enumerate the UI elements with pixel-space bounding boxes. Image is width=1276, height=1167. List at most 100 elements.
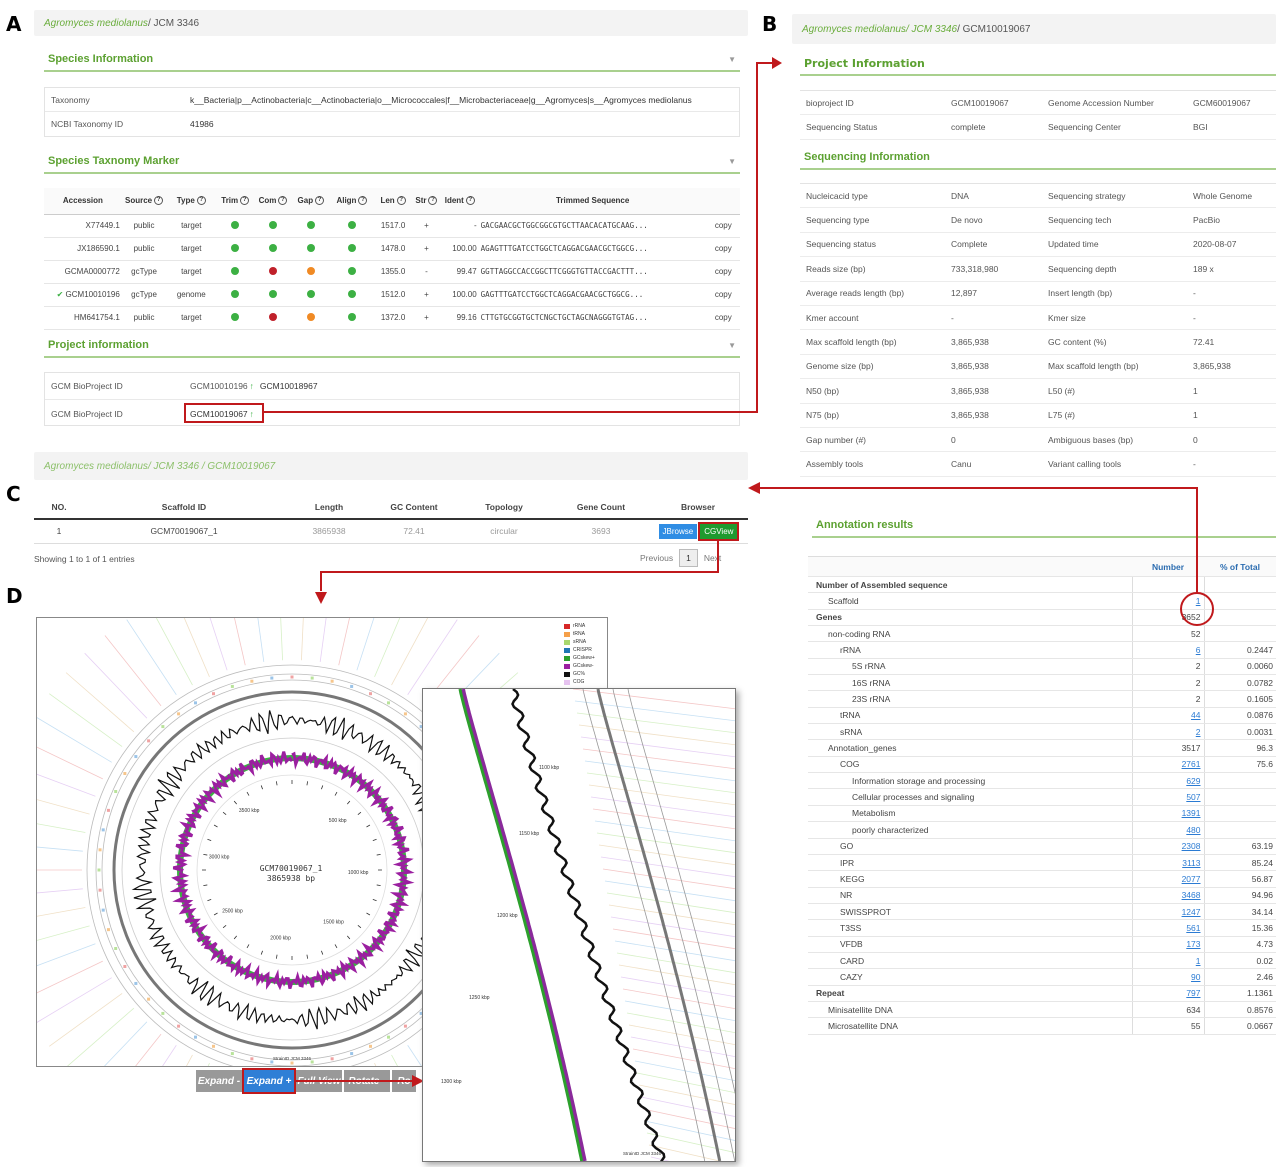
prev-button[interactable]: Previous: [640, 553, 673, 563]
anno-number-link[interactable]: 1: [1196, 956, 1201, 966]
marker-col-header[interactable]: Type?: [166, 188, 217, 215]
anno-number-link[interactable]: 3113: [1182, 858, 1200, 868]
feature-label-line: [626, 1012, 735, 1034]
help-icon[interactable]: ?: [154, 196, 164, 206]
copy-link[interactable]: copy: [715, 290, 732, 299]
bioproject-other[interactable]: GCM10018967: [260, 381, 318, 391]
marker-col-header[interactable]: Trimmed Sequence: [478, 188, 707, 215]
anno-number-link[interactable]: 561: [1186, 923, 1200, 933]
anno-number-link[interactable]: 6: [1196, 645, 1201, 655]
marker-col-header[interactable]: Ident?: [440, 188, 479, 215]
zoomed-genome-map[interactable]: 1100 kbp 1150 kbp 1200 kbp 1250 kbp 1300 kbp: [423, 689, 736, 1162]
zoomed-map[interactable]: 1100 kbp 1150 kbp 1200 kbp 1250 kbp 1300 kbp…: [422, 688, 736, 1162]
marker-col-header[interactable]: Com?: [254, 188, 292, 215]
anno-number-link[interactable]: 629: [1186, 776, 1200, 786]
col-topology[interactable]: Topology: [454, 495, 554, 520]
marker-col-header[interactable]: Len?: [374, 188, 412, 215]
info-label: Sequencing Status: [806, 122, 878, 133]
anno-number-link[interactable]: 2308: [1182, 841, 1201, 851]
marker-cell: 1512.0: [374, 283, 412, 307]
project-section-header[interactable]: Project information ▼: [44, 334, 740, 358]
anno-number-link[interactable]: 1391: [1182, 808, 1201, 818]
scale-tick: [246, 944, 250, 949]
anno-label: Repeat: [808, 985, 1132, 1002]
help-icon[interactable]: ?: [428, 196, 438, 206]
info-label: Variant calling tools: [1048, 458, 1122, 469]
breadcrumb-species[interactable]: Agromyces mediolanus: [44, 461, 148, 472]
anno-number-cell: 52: [1131, 625, 1204, 643]
help-icon[interactable]: ?: [396, 196, 406, 206]
track-ring: [582, 689, 706, 1161]
page-1-button[interactable]: 1: [679, 549, 698, 567]
anno-row: Repeat 797 1.1361: [808, 985, 1276, 1002]
collapse-icon[interactable]: ▼: [728, 157, 736, 166]
anno-number-link[interactable]: 1247: [1182, 907, 1201, 917]
feature-label-line: [37, 977, 112, 1023]
marker-section-header[interactable]: Species Taxnomy Marker ▼: [44, 150, 740, 174]
anno-number: 2: [1195, 661, 1201, 672]
expand-minus-button[interactable]: Expand -: [196, 1070, 242, 1092]
anno-number-link[interactable]: 44: [1191, 710, 1200, 720]
breadcrumb-path[interactable]: / JCM 3346 / GCM10019067: [148, 461, 275, 472]
help-icon[interactable]: ?: [278, 196, 288, 206]
marker-col-header[interactable]: Source?: [121, 188, 167, 215]
scale-tick: [275, 954, 278, 959]
copy-link[interactable]: copy: [715, 221, 732, 230]
feature-mark: [97, 868, 101, 872]
collapse-icon[interactable]: ▼: [728, 341, 736, 350]
copy-link[interactable]: copy: [715, 313, 732, 322]
help-icon[interactable]: ?: [196, 196, 206, 206]
col-length[interactable]: Length: [284, 495, 374, 520]
bioproject-link[interactable]: GCM10010196: [190, 381, 248, 391]
marker-col-header[interactable]: Gap?: [291, 188, 330, 215]
collapse-icon[interactable]: ▼: [728, 55, 736, 64]
marker-col-header[interactable]: Str?: [411, 188, 441, 215]
species-section-header[interactable]: Species Information ▼: [44, 48, 740, 72]
anno-number-link[interactable]: 480: [1186, 825, 1200, 835]
anno-number-link[interactable]: 2077: [1182, 874, 1201, 884]
anno-number-link[interactable]: 2761: [1182, 759, 1201, 769]
feature-label-line: [610, 916, 735, 938]
col-gene-count[interactable]: Gene Count: [554, 495, 648, 520]
marker-col-header[interactable]: Accession: [44, 188, 122, 215]
col-scaffold-id[interactable]: Scaffold ID: [84, 495, 284, 520]
anno-label: tRNA: [808, 707, 1132, 725]
type-cell: target: [181, 221, 202, 230]
anno-label: Minisatellite DNA: [808, 1001, 1132, 1019]
map-tick-label: 1000 kbp: [348, 870, 369, 876]
marker-col-header[interactable]: Trim?: [216, 188, 255, 215]
anno-number-link[interactable]: 90: [1191, 972, 1200, 982]
breadcrumb-species[interactable]: Agromyces mediolanus: [802, 24, 906, 35]
col-no[interactable]: NO.: [34, 495, 84, 520]
section-title: Project Information: [804, 56, 925, 70]
help-icon[interactable]: ?: [358, 196, 368, 206]
copy-link[interactable]: copy: [715, 244, 732, 253]
map-tick-label: 3000 kbp: [209, 855, 230, 861]
help-icon[interactable]: ?: [240, 196, 250, 206]
status-dot: [306, 312, 315, 321]
col-gc[interactable]: GC Content: [374, 495, 454, 520]
taxonomy-label: Taxonomy: [51, 94, 90, 105]
marker-row: HM641754.1 public target 1372.0 +99.16 CTTGTG…: [44, 306, 740, 330]
anno-number-link[interactable]: 173: [1186, 939, 1200, 949]
breadcrumb-strain[interactable]: / JCM 3346: [906, 24, 957, 35]
feature-mark: [114, 789, 118, 793]
help-icon[interactable]: ?: [315, 196, 325, 206]
expand-plus-button[interactable]: Expand +: [242, 1068, 296, 1094]
anno-row: SWISSPROT 1247 34.14: [808, 903, 1276, 921]
marker-col-header[interactable]: Align?: [329, 188, 375, 215]
jbrowse-button[interactable]: JBrowse: [658, 523, 698, 539]
feature-mark: [270, 676, 274, 680]
copy-link[interactable]: copy: [715, 267, 732, 276]
map-tick-label: 500 kbp: [329, 818, 347, 824]
feature-label-line: [37, 746, 103, 780]
feature-mark: [194, 1035, 197, 1039]
anno-number-link[interactable]: 2: [1196, 727, 1201, 737]
breadcrumb-species[interactable]: Agromyces mediolanus: [44, 18, 148, 29]
anno-percent: [1203, 772, 1276, 790]
anno-number-link[interactable]: 507: [1186, 792, 1200, 802]
cgview-button[interactable]: CGView: [698, 521, 740, 541]
help-icon[interactable]: ?: [465, 196, 475, 206]
anno-number-link[interactable]: 3468: [1182, 890, 1201, 900]
anno-number-link[interactable]: 797: [1186, 988, 1200, 998]
